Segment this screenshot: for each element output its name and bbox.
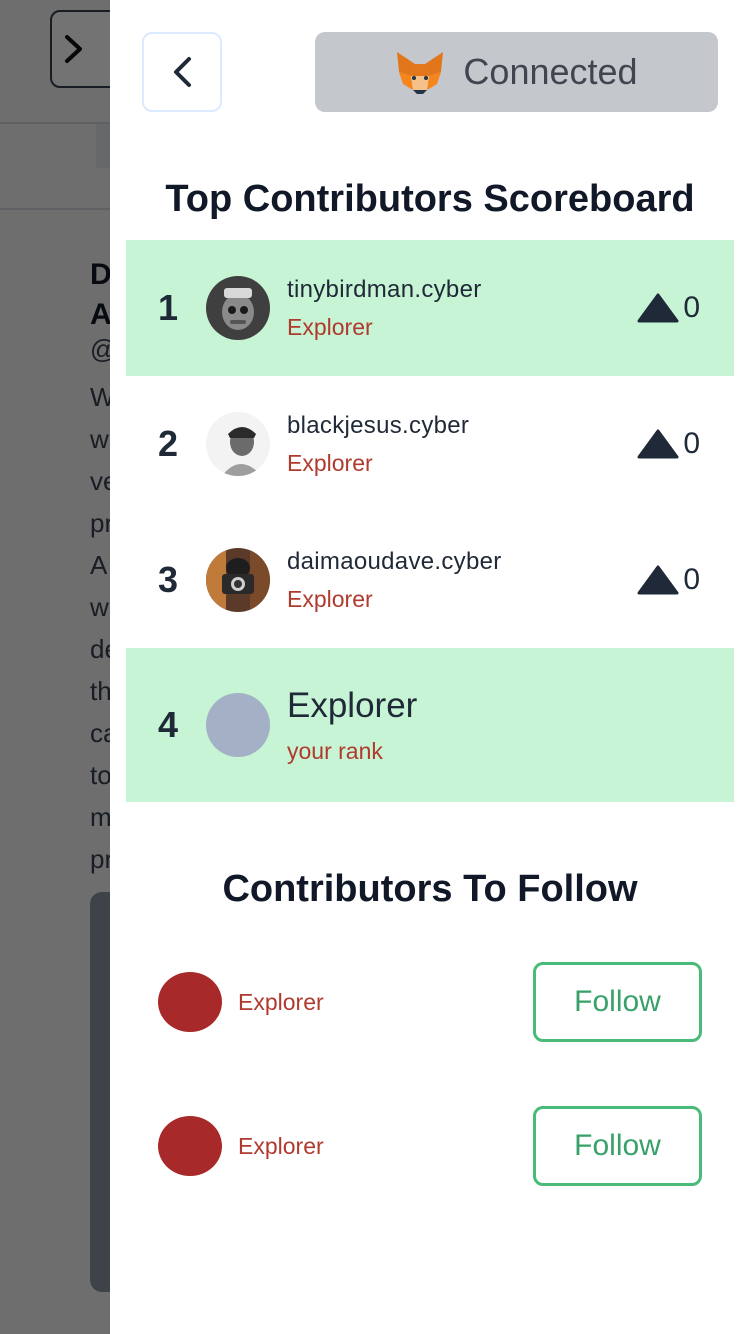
avatar [206,412,270,476]
avatar [206,548,270,612]
score: 0 [637,563,700,597]
user-info: tinybirdman.cyber Explorer [287,276,482,341]
avatar [206,693,270,757]
upvote-triangle-icon [637,293,679,323]
follow-suggestion: Explorer Follow [158,962,702,1042]
avatar [206,276,270,340]
score-value: 0 [683,291,700,324]
scoreboard-row[interactable]: 2 blackjesus.cyber Explorer 0 [126,376,734,512]
score: 0 [637,291,700,325]
suggested-user-name[interactable]: Explorer [238,1133,324,1160]
my-rank-subtitle: your rank [287,737,383,764]
follow-button[interactable]: Follow [533,1106,702,1186]
chevron-left-icon [174,57,191,87]
user-role: Explorer [287,449,373,476]
page: D A @ W w ve pr A w de th ca to m pr [0,0,750,1334]
scoreboard-row[interactable]: 3 daimaoudave.cyber Explorer 0 [126,512,734,648]
follow-suggestion: Explorer Follow [158,1106,702,1186]
my-rank-row: 4 Explorer your rank [126,648,734,802]
scoreboard-title: Top Contributors Scoreboard [165,178,695,220]
suggested-user-name[interactable]: Explorer [238,989,324,1016]
score-value: 0 [683,427,700,460]
upvote-triangle-icon [637,429,679,459]
user-role: Explorer [287,585,373,612]
follow-section-title: Contributors To Follow [222,868,638,910]
contributors-drawer: Connected Top Contributors Scoreboard 1 … [110,0,750,1334]
back-button[interactable] [142,32,222,112]
score-value: 0 [683,563,700,596]
user-role: Explorer [287,313,373,340]
rank-number: 3 [158,559,179,600]
avatar [158,1116,222,1176]
user-info: blackjesus.cyber Explorer [287,412,469,477]
avatar [158,972,222,1032]
user-name[interactable]: tinybirdman.cyber [287,276,482,304]
connected-label: Connected [463,51,638,92]
upvote-triangle-icon [637,565,679,595]
my-rank-number: 4 [158,704,179,745]
score: 0 [637,427,700,461]
follow-button[interactable]: Follow [533,962,702,1042]
scoreboard-row[interactable]: 1 tinybirdman.cyber Explorer 0 [126,240,734,376]
wallet-connected-button[interactable]: Connected [315,32,718,112]
metamask-fox-icon [397,52,444,94]
rank-number: 2 [158,423,179,464]
user-name[interactable]: blackjesus.cyber [287,412,469,440]
my-rank-name: Explorer [287,685,418,725]
rank-number: 1 [158,287,179,328]
user-info: Explorer your rank [287,686,417,765]
user-info: daimaoudave.cyber Explorer [287,548,502,613]
user-name[interactable]: daimaoudave.cyber [287,548,502,576]
